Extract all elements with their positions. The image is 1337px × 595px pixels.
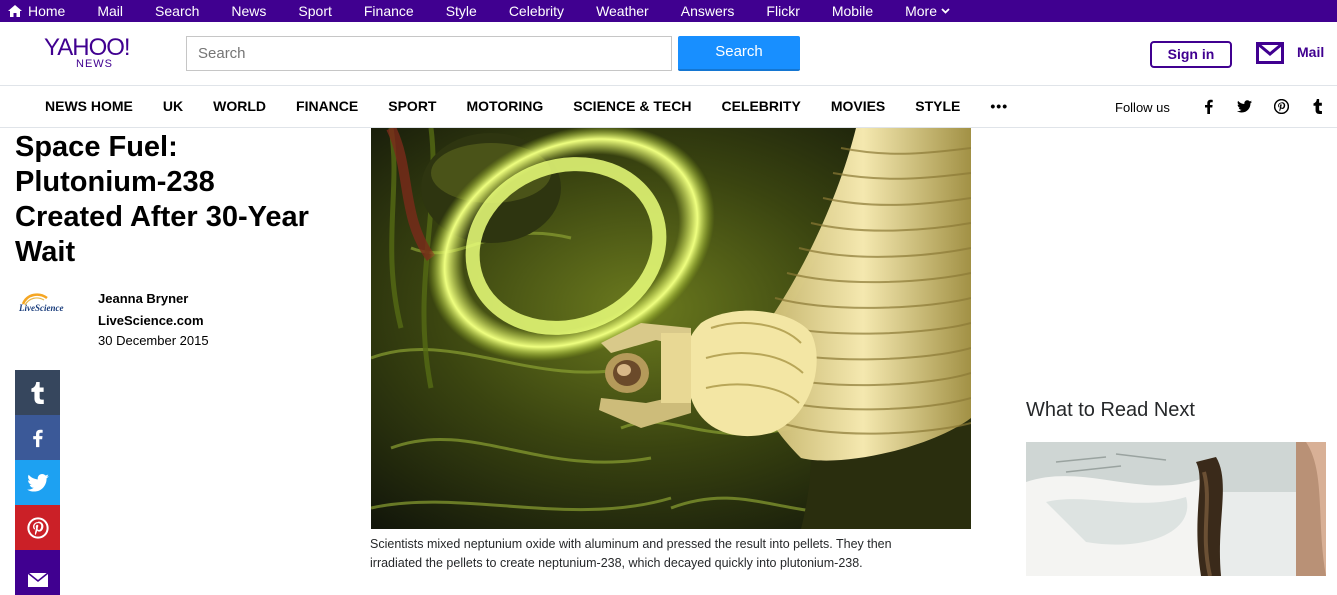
image-caption: Scientists mixed neptunium oxide with al…	[370, 537, 892, 570]
home-icon	[8, 5, 22, 17]
author-name[interactable]: Jeanna Bryner	[98, 291, 188, 306]
what-to-read-next-heading: What to Read Next	[1026, 399, 1195, 421]
logo-subtext: NEWS	[76, 58, 113, 70]
topbar-more[interactable]: More	[905, 3, 956, 19]
provider-link[interactable]: LiveScience.com	[98, 313, 204, 328]
topbar-celebrity[interactable]: Celebrity	[509, 3, 564, 19]
chevron-down-icon	[941, 8, 950, 14]
facebook-icon	[33, 429, 43, 447]
nav-celebrity[interactable]: CELEBRITY	[721, 98, 800, 114]
topbar-weather[interactable]: Weather	[596, 3, 649, 19]
topbar-home[interactable]: Home	[8, 3, 65, 19]
email-icon	[27, 571, 48, 587]
share-pinterest-button[interactable]	[15, 505, 60, 550]
topbar-sport[interactable]: Sport	[298, 3, 331, 19]
article-hero-image[interactable]	[371, 128, 971, 529]
follow-us-label: Follow us	[1115, 100, 1170, 115]
top-bar: Home Mail Search News Sport Finance Styl…	[0, 0, 1337, 22]
topbar-search[interactable]: Search	[155, 3, 199, 19]
nav-science-tech[interactable]: SCIENCE & TECH	[573, 98, 691, 114]
twitter-icon	[26, 473, 49, 492]
topbar-news[interactable]: News	[231, 3, 266, 19]
topbar-finance[interactable]: Finance	[364, 3, 414, 19]
tumblr-icon[interactable]	[1313, 98, 1323, 114]
nav-motoring[interactable]: MOTORING	[466, 98, 543, 114]
read-next-thumbnail[interactable]	[1026, 442, 1326, 576]
mail-link[interactable]: Mail	[1297, 44, 1324, 60]
yahoo-news-logo[interactable]: YAHOO! NEWS	[44, 34, 138, 71]
nav-finance[interactable]: FINANCE	[296, 98, 358, 114]
sign-in-button[interactable]: Sign in	[1150, 41, 1232, 68]
nav-world[interactable]: WORLD	[213, 98, 266, 114]
share-email-button[interactable]	[15, 550, 60, 595]
nav-more-button[interactable]: •••	[990, 98, 1008, 114]
topbar-mobile[interactable]: Mobile	[832, 3, 873, 19]
facebook-icon[interactable]	[1204, 98, 1213, 114]
topbar-flickr[interactable]: Flickr	[766, 3, 799, 19]
nav-sport[interactable]: SPORT	[388, 98, 436, 114]
topbar-mail[interactable]: Mail	[97, 3, 123, 19]
nav-movies[interactable]: MOVIES	[831, 98, 885, 114]
topbar-style[interactable]: Style	[446, 3, 477, 19]
logo-text: YAHOO!	[44, 34, 131, 61]
pinterest-icon	[26, 516, 49, 539]
twitter-icon[interactable]	[1237, 98, 1252, 114]
share-tumblr-button[interactable]	[15, 370, 60, 415]
livescience-logo-text: LiveScience	[18, 303, 63, 313]
nav-uk[interactable]: UK	[163, 98, 183, 114]
livescience-logo[interactable]: LiveScience	[17, 290, 87, 316]
pinterest-icon[interactable]	[1274, 98, 1289, 114]
publish-date: 30 December 2015	[98, 333, 209, 348]
mail-icon[interactable]	[1256, 42, 1284, 69]
tumblr-icon	[30, 381, 44, 404]
search-button[interactable]: Search	[678, 36, 800, 71]
share-twitter-button[interactable]	[15, 460, 60, 505]
topbar-home-label: Home	[28, 3, 66, 19]
article-title: Space Fuel: Plutonium-238 Created After …	[15, 131, 309, 268]
share-facebook-button[interactable]	[15, 415, 60, 460]
search-input[interactable]	[186, 36, 672, 71]
nav-style[interactable]: STYLE	[915, 98, 960, 114]
topbar-answers[interactable]: Answers	[681, 3, 735, 19]
nav-news-home[interactable]: NEWS HOME	[45, 98, 133, 114]
section-nav: NEWS HOME UK WORLD FINANCE SPORT MOTORIN…	[0, 86, 1337, 128]
header: YAHOO! NEWS Search Sign in Mail	[0, 22, 1337, 86]
topbar-more-label: More	[905, 3, 938, 19]
